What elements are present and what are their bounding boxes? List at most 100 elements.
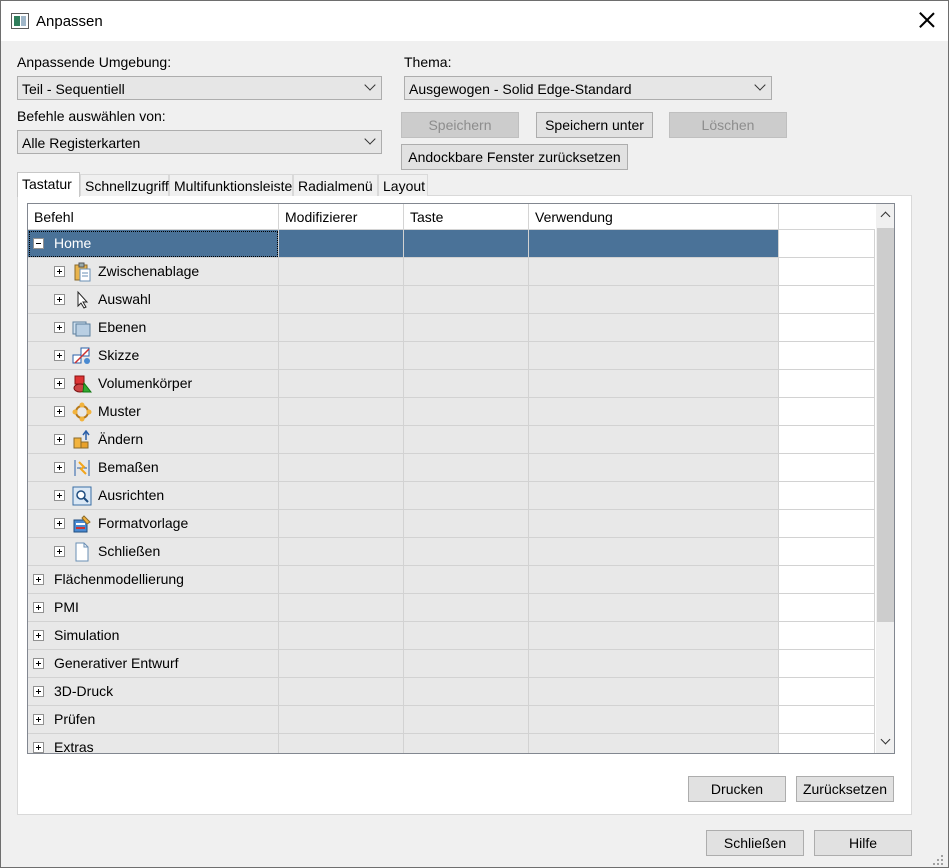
key-cell[interactable] xyxy=(404,314,529,342)
tree-child-row[interactable]: Zwischenablage xyxy=(28,258,875,286)
usage-cell[interactable] xyxy=(529,482,779,510)
usage-cell[interactable] xyxy=(529,566,779,594)
usage-cell[interactable] xyxy=(529,258,779,286)
usage-cell[interactable] xyxy=(529,594,779,622)
command-cell[interactable]: Zwischenablage xyxy=(28,258,279,286)
tree-child-row[interactable]: Muster xyxy=(28,398,875,426)
modifier-cell[interactable] xyxy=(279,594,404,622)
modifier-cell[interactable] xyxy=(279,566,404,594)
key-cell[interactable] xyxy=(404,258,529,286)
tree-child-row[interactable]: Schließen xyxy=(28,538,875,566)
tab-layout[interactable]: Layout xyxy=(378,174,428,196)
command-cell[interactable]: 3D-Druck xyxy=(28,678,279,706)
key-cell[interactable] xyxy=(404,510,529,538)
tab-radial-menu[interactable]: Radialmenü xyxy=(293,174,378,196)
tab-quick-access[interactable]: Schnellzugriff xyxy=(80,174,169,196)
tree-group-row[interactable]: Generativer Entwurf xyxy=(28,650,875,678)
expand-icon[interactable] xyxy=(33,602,44,613)
key-cell[interactable] xyxy=(404,538,529,566)
command-cell[interactable]: Formatvorlage xyxy=(28,510,279,538)
key-cell[interactable] xyxy=(404,594,529,622)
command-cell[interactable]: Prüfen xyxy=(28,706,279,734)
modifier-cell[interactable] xyxy=(279,650,404,678)
expand-icon[interactable] xyxy=(54,546,65,557)
key-cell[interactable] xyxy=(404,622,529,650)
key-cell[interactable] xyxy=(404,342,529,370)
tree-group-row[interactable]: Extras xyxy=(28,734,875,753)
command-cell[interactable]: Muster xyxy=(28,398,279,426)
key-cell[interactable] xyxy=(404,454,529,482)
tree-group-row[interactable]: Simulation xyxy=(28,622,875,650)
command-cell[interactable]: Extras xyxy=(28,734,279,753)
key-cell[interactable] xyxy=(404,678,529,706)
tree-child-row[interactable]: Skizze xyxy=(28,342,875,370)
column-header-key[interactable]: Taste xyxy=(404,204,529,230)
usage-cell[interactable] xyxy=(529,622,779,650)
expand-icon[interactable] xyxy=(33,742,44,753)
usage-cell[interactable] xyxy=(529,286,779,314)
usage-cell[interactable] xyxy=(529,706,779,734)
tree-child-row[interactable]: Ändern xyxy=(28,426,875,454)
expand-icon[interactable] xyxy=(54,350,65,361)
usage-cell[interactable] xyxy=(529,230,779,258)
usage-cell[interactable] xyxy=(529,734,779,753)
usage-cell[interactable] xyxy=(529,314,779,342)
command-cell[interactable]: Ebenen xyxy=(28,314,279,342)
environment-dropdown[interactable]: Teil - Sequentiell xyxy=(17,76,382,100)
close-icon[interactable] xyxy=(913,7,941,35)
reset-button[interactable]: Zurücksetzen xyxy=(796,776,894,802)
command-cell[interactable]: Ändern xyxy=(28,426,279,454)
tree-group-row[interactable]: Flächenmodellierung xyxy=(28,566,875,594)
tree-group-row[interactable]: PMI xyxy=(28,594,875,622)
expand-icon[interactable] xyxy=(54,518,65,529)
command-cell[interactable]: Ausrichten xyxy=(28,482,279,510)
expand-icon[interactable] xyxy=(54,490,65,501)
modifier-cell[interactable] xyxy=(279,538,404,566)
command-cell[interactable]: Volumenkörper xyxy=(28,370,279,398)
tree-child-row[interactable]: Ausrichten xyxy=(28,482,875,510)
modifier-cell[interactable] xyxy=(279,734,404,753)
commands-from-dropdown[interactable]: Alle Registerkarten xyxy=(17,130,382,154)
close-button[interactable]: Schließen xyxy=(706,830,804,856)
expand-icon[interactable] xyxy=(54,266,65,277)
usage-cell[interactable] xyxy=(529,398,779,426)
delete-button[interactable]: Löschen xyxy=(669,112,787,138)
tree-group-row[interactable]: 3D-Druck xyxy=(28,678,875,706)
modifier-cell[interactable] xyxy=(279,258,404,286)
command-cell[interactable]: Simulation xyxy=(28,622,279,650)
usage-cell[interactable] xyxy=(529,370,779,398)
expand-icon[interactable] xyxy=(54,434,65,445)
modifier-cell[interactable] xyxy=(279,482,404,510)
key-cell[interactable] xyxy=(404,566,529,594)
expand-icon[interactable] xyxy=(54,462,65,473)
command-cell[interactable]: Generativer Entwurf xyxy=(28,650,279,678)
expand-icon[interactable] xyxy=(33,574,44,585)
expand-icon[interactable] xyxy=(33,714,44,725)
column-header-modifier[interactable]: Modifizierer xyxy=(279,204,404,230)
resize-grip-icon[interactable] xyxy=(929,851,945,867)
scrollbar-thumb[interactable] xyxy=(877,228,894,622)
usage-cell[interactable] xyxy=(529,650,779,678)
expand-icon[interactable] xyxy=(54,294,65,305)
usage-cell[interactable] xyxy=(529,342,779,370)
expand-icon[interactable] xyxy=(54,322,65,333)
usage-cell[interactable] xyxy=(529,454,779,482)
expand-icon[interactable] xyxy=(33,630,44,641)
tree-child-row[interactable]: Auswahl xyxy=(28,286,875,314)
command-cell[interactable]: PMI xyxy=(28,594,279,622)
usage-cell[interactable] xyxy=(529,538,779,566)
key-cell[interactable] xyxy=(404,734,529,753)
modifier-cell[interactable] xyxy=(279,678,404,706)
key-cell[interactable] xyxy=(404,426,529,454)
save-button[interactable]: Speichern xyxy=(401,112,519,138)
modifier-cell[interactable] xyxy=(279,314,404,342)
tree-group-row[interactable]: Prüfen xyxy=(28,706,875,734)
modifier-cell[interactable] xyxy=(279,342,404,370)
modifier-cell[interactable] xyxy=(279,286,404,314)
modifier-cell[interactable] xyxy=(279,426,404,454)
modifier-cell[interactable] xyxy=(279,370,404,398)
usage-cell[interactable] xyxy=(529,678,779,706)
usage-cell[interactable] xyxy=(529,510,779,538)
modifier-cell[interactable] xyxy=(279,398,404,426)
help-button[interactable]: Hilfe xyxy=(814,830,912,856)
